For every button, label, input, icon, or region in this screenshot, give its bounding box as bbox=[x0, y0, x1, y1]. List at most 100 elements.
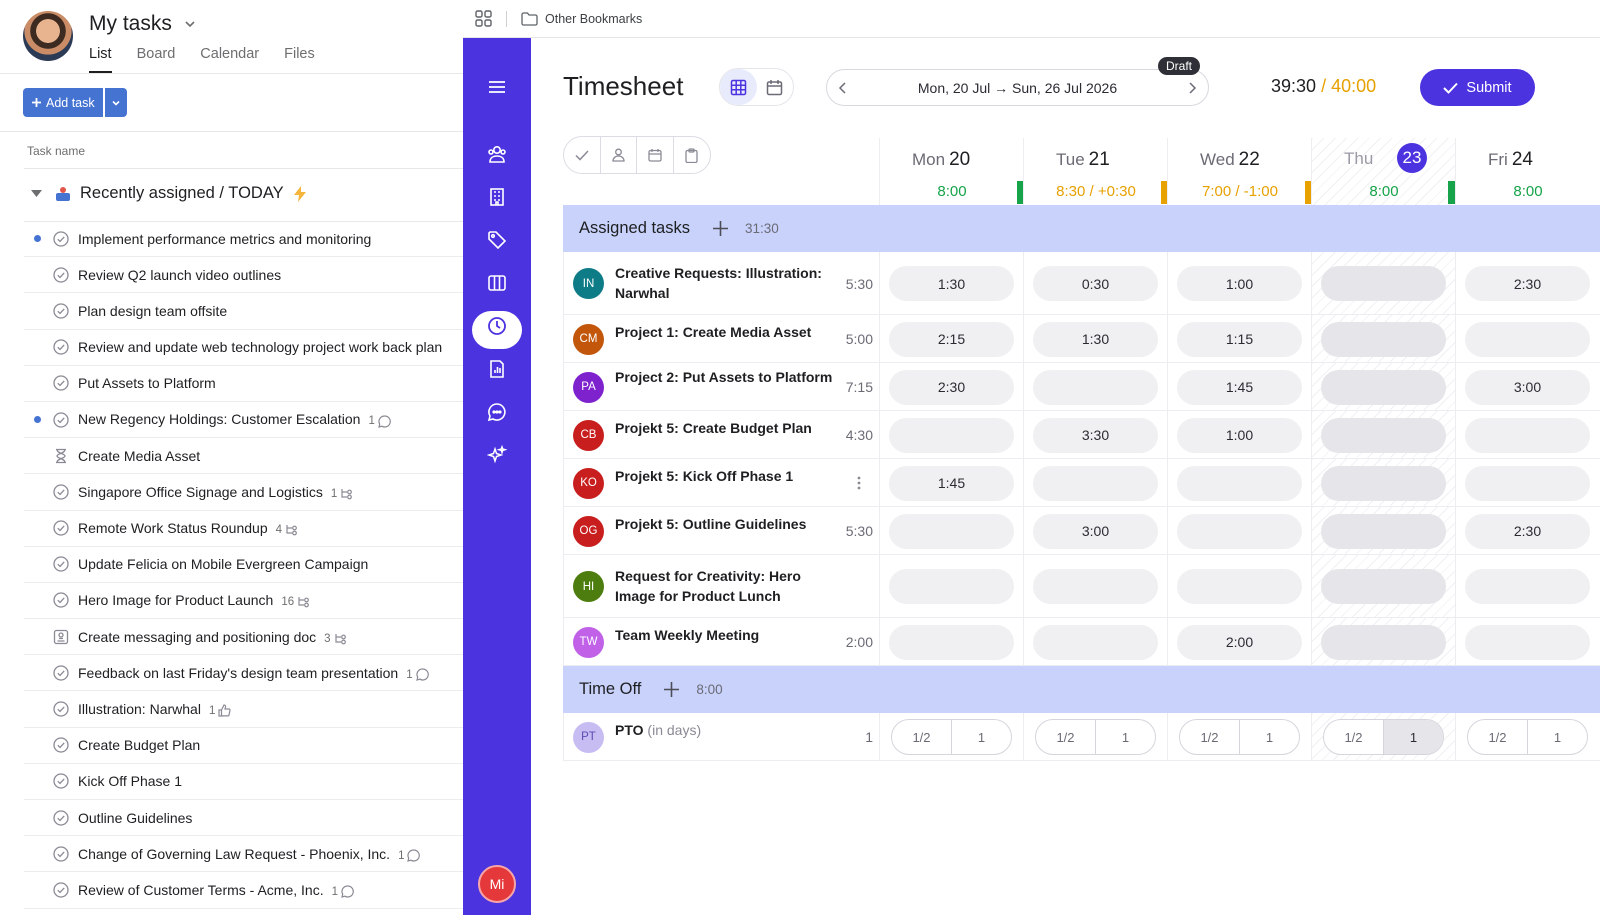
pto-half-day-option[interactable]: 1/2 bbox=[892, 720, 952, 754]
time-entry-input[interactable]: 1:30 bbox=[1033, 321, 1158, 357]
time-entry-input[interactable] bbox=[1033, 465, 1158, 501]
task-name[interactable]: Create Media Asset bbox=[78, 448, 200, 464]
pto-half-day-option[interactable]: 1/2 bbox=[1324, 720, 1384, 754]
task-row[interactable]: Update Felicia on Mobile Evergreen Campa… bbox=[24, 547, 463, 583]
task-row[interactable]: Remote Work Status Roundup 4 bbox=[24, 511, 463, 547]
task-cell[interactable]: HI Request for Creativity: Hero Image for… bbox=[563, 555, 879, 617]
tab-board[interactable]: Board bbox=[137, 46, 176, 73]
task-name[interactable]: Kick Off Phase 1 bbox=[78, 773, 182, 789]
filter-approved-button[interactable] bbox=[564, 137, 601, 173]
task-row[interactable]: Put Assets to Platform bbox=[24, 366, 463, 402]
tab-files[interactable]: Files bbox=[284, 46, 315, 73]
time-entry-input[interactable] bbox=[889, 513, 1014, 549]
submit-button[interactable]: Submit bbox=[1420, 69, 1535, 106]
task-row[interactable]: Review Q2 launch video outlines bbox=[24, 257, 463, 294]
task-name[interactable]: Remote Work Status Roundup 4 bbox=[78, 520, 299, 536]
day-header-fri[interactable]: Fri 24 8:00 bbox=[1449, 138, 1600, 205]
time-entry-input[interactable] bbox=[1321, 624, 1446, 660]
task-meta[interactable]: 16 bbox=[281, 596, 311, 608]
plus-icon[interactable] bbox=[712, 220, 729, 237]
task-meta[interactable]: 3 bbox=[324, 633, 347, 645]
time-entry-input[interactable]: 1:45 bbox=[1177, 369, 1302, 405]
time-entry-input[interactable] bbox=[1321, 321, 1446, 357]
tab-list[interactable]: List bbox=[89, 46, 112, 73]
pto-full-day-option[interactable]: 1 bbox=[1384, 720, 1443, 754]
task-row[interactable]: Singapore Office Signage and Logistics 1 bbox=[24, 474, 463, 511]
check-circle-icon[interactable] bbox=[53, 701, 69, 717]
check-circle-icon[interactable] bbox=[53, 809, 69, 826]
bookmark-folder[interactable]: Other Bookmarks bbox=[521, 12, 642, 26]
user-avatar-mi[interactable]: Mi bbox=[478, 865, 516, 903]
task-cell[interactable]: OG Projekt 5: Outline Guidelines 5:30 bbox=[563, 507, 879, 554]
time-entry-input[interactable] bbox=[889, 569, 1014, 604]
check-circle-icon[interactable] bbox=[53, 339, 69, 355]
time-entry-input[interactable]: 2:30 bbox=[1465, 266, 1590, 301]
task-cell[interactable]: PA Project 2: Put Assets to Platform 7:15 bbox=[563, 363, 879, 410]
filter-users-button[interactable] bbox=[601, 137, 637, 173]
more-vertical-icon[interactable] bbox=[857, 475, 861, 491]
task-name[interactable]: Review of Customer Terms - Acme, Inc. 1 bbox=[78, 882, 354, 899]
task-name[interactable]: New Regency Holdings: Customer Escalatio… bbox=[78, 411, 391, 428]
task-row[interactable]: Feedback on last Friday's design team pr… bbox=[24, 655, 463, 692]
task-row[interactable]: New Regency Holdings: Customer Escalatio… bbox=[24, 402, 463, 439]
task-row[interactable]: Hero Image for Product Launch 16 bbox=[24, 583, 463, 620]
time-entry-input[interactable] bbox=[1033, 369, 1158, 405]
task-row[interactable]: Review of Customer Terms - Acme, Inc. 1 bbox=[24, 872, 463, 909]
menu-icon[interactable] bbox=[487, 77, 507, 97]
section-header[interactable]: Recently assigned / TODAY bbox=[31, 184, 306, 203]
time-entry-input[interactable] bbox=[1321, 569, 1446, 604]
caret-down-icon[interactable] bbox=[31, 189, 42, 198]
task-row[interactable]: Plan design team offsite bbox=[24, 293, 463, 330]
check-circle-icon[interactable] bbox=[53, 556, 69, 572]
time-entry-input[interactable]: 2:15 bbox=[889, 321, 1014, 357]
hourglass-icon[interactable] bbox=[53, 448, 69, 464]
task-name[interactable]: Outline Guidelines bbox=[78, 810, 192, 826]
team-icon[interactable] bbox=[487, 144, 507, 164]
pto-full-day-option[interactable]: 1 bbox=[1528, 720, 1587, 754]
task-row[interactable]: Change of Governing Law Request - Phoeni… bbox=[24, 836, 463, 873]
apps-grid-icon[interactable] bbox=[475, 10, 492, 27]
clock-icon[interactable] bbox=[487, 316, 507, 336]
user-avatar[interactable] bbox=[23, 11, 73, 61]
time-entry-input[interactable] bbox=[1033, 569, 1158, 604]
time-entry-input[interactable]: 1:30 bbox=[889, 266, 1014, 301]
check-circle-icon[interactable] bbox=[53, 520, 69, 536]
time-entry-input[interactable]: 3:30 bbox=[1033, 417, 1158, 453]
task-name[interactable]: Plan design team offsite bbox=[78, 303, 227, 319]
time-entry-input[interactable]: 2:30 bbox=[1465, 513, 1590, 549]
task-row[interactable]: Implement performance metrics and monito… bbox=[24, 221, 463, 258]
day-header-wed[interactable]: Wed 22 7:00 / -1:00 bbox=[1161, 138, 1312, 205]
task-meta[interactable]: 1 bbox=[398, 849, 421, 862]
time-entry-input[interactable] bbox=[1321, 266, 1446, 301]
time-entry-input[interactable] bbox=[1177, 465, 1302, 501]
report-icon[interactable] bbox=[487, 359, 507, 379]
task-name[interactable]: Update Felicia on Mobile Evergreen Campa… bbox=[78, 556, 368, 572]
task-name[interactable]: Review and update web technology project… bbox=[78, 339, 442, 355]
check-circle-icon[interactable] bbox=[53, 773, 69, 790]
pto-half-day-option[interactable]: 1/2 bbox=[1036, 720, 1096, 754]
time-entry-input[interactable] bbox=[1465, 624, 1590, 660]
board-icon[interactable] bbox=[487, 273, 507, 293]
task-row[interactable]: Review and update web technology project… bbox=[24, 330, 463, 366]
task-cell[interactable]: KO Projekt 5: Kick Off Phase 1 bbox=[563, 459, 879, 506]
task-name[interactable]: Review Q2 launch video outlines bbox=[78, 267, 281, 283]
task-cell[interactable]: CB Projekt 5: Create Budget Plan 4:30 bbox=[563, 411, 879, 458]
pto-half-day-option[interactable]: 1/2 bbox=[1180, 720, 1240, 754]
date-range-picker[interactable]: Mon, 20 Jul → Sun, 26 Jul 2026 bbox=[826, 69, 1209, 106]
time-entry-input[interactable] bbox=[889, 417, 1014, 453]
pto-full-day-option[interactable]: 1 bbox=[1096, 720, 1155, 754]
task-name[interactable]: Put Assets to Platform bbox=[78, 375, 216, 391]
task-name[interactable]: Implement performance metrics and monito… bbox=[78, 231, 371, 247]
time-entry-input[interactable] bbox=[1465, 465, 1590, 501]
task-cell[interactable]: TW Team Weekly Meeting 2:00 bbox=[563, 618, 879, 665]
check-circle-icon[interactable] bbox=[53, 267, 69, 283]
chevron-down-icon[interactable] bbox=[183, 17, 197, 31]
tag-icon[interactable] bbox=[487, 230, 507, 250]
task-meta[interactable]: 1 bbox=[406, 668, 429, 681]
task-name[interactable]: Create Budget Plan bbox=[78, 737, 200, 753]
time-entry-input[interactable] bbox=[1321, 513, 1446, 549]
pto-full-day-option[interactable]: 1 bbox=[1240, 720, 1299, 754]
time-entry-input[interactable] bbox=[1177, 569, 1302, 604]
check-circle-icon[interactable] bbox=[53, 737, 69, 753]
column-header-task-name[interactable]: Task name bbox=[27, 144, 85, 158]
